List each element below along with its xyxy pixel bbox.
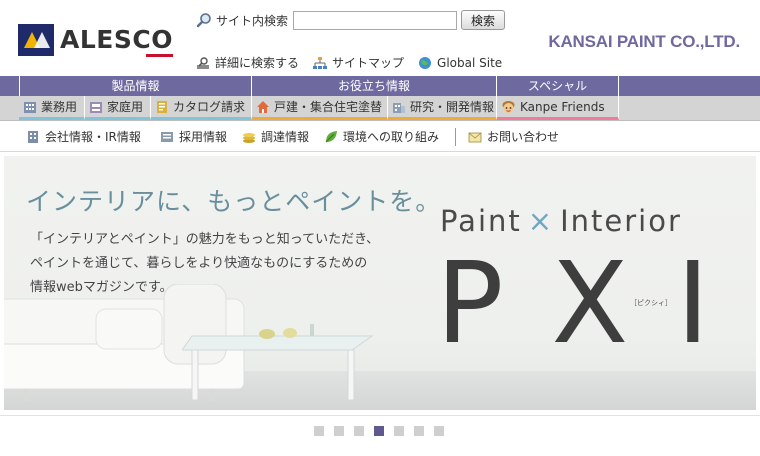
- sitemap-icon: [313, 56, 328, 69]
- hero-description-line: 情報webマガジンです。: [30, 280, 173, 295]
- sub-item-procurement-label: 調達情報: [261, 130, 310, 144]
- carousel-dot[interactable]: [314, 426, 324, 436]
- nav-item-home-use[interactable]: 家庭用: [85, 96, 151, 120]
- sub-nav: 会社情報・IR情報 採用情報 調達情報 環境への取り組み お問い合わせ: [0, 122, 760, 152]
- alesco-logo-mark-icon: [18, 24, 54, 56]
- magnifier-icon: [196, 13, 211, 28]
- mascot-icon: [502, 100, 515, 113]
- carousel-dot[interactable]: [354, 426, 364, 436]
- utility-links: 詳細に検索する サイトマップ Global Site: [196, 54, 516, 71]
- sub-item-company-ir-label: 会社情報・IR情報: [45, 130, 141, 144]
- hero-bottom-divider: [0, 415, 760, 416]
- pxi-logo-text: PXI: [436, 239, 756, 369]
- pxi-title-paint: Paint: [440, 204, 522, 238]
- sub-item-company-ir[interactable]: 会社情報・IR情報: [26, 128, 141, 145]
- alesco-logo[interactable]: ALESCO: [18, 24, 173, 57]
- building-icon: [24, 101, 36, 113]
- nav-item-research[interactable]: 研究・開発情報: [388, 96, 497, 120]
- category-special: スペシャル: [497, 76, 619, 96]
- advanced-search-link[interactable]: 詳細に検索する: [196, 54, 299, 71]
- sub-item-procurement[interactable]: 調達情報: [242, 128, 309, 145]
- hero-description-line: 「インテリアとペイント」の魅力をもっと知っていただき、: [30, 232, 380, 247]
- pxi-ruby: ［ピクシィ］: [630, 299, 672, 307]
- pxi-title-interior: Interior: [560, 204, 682, 238]
- sub-item-recruit-label: 採用情報: [179, 130, 228, 144]
- carousel-dot-active[interactable]: [374, 426, 384, 436]
- leaf-icon: [325, 130, 337, 142]
- carousel-dot[interactable]: [394, 426, 404, 436]
- nav-item-home-use-label: 家庭用: [107, 99, 144, 114]
- carousel-dot[interactable]: [334, 426, 344, 436]
- hero-heading: インテリアに、もっとペイントを。: [26, 187, 442, 216]
- sub-item-environment-label: 環境への取り組み: [343, 130, 440, 144]
- recruit-icon: [161, 131, 173, 142]
- sitemap-label: サイトマップ: [332, 56, 405, 70]
- sub-item-contact-label: お問い合わせ: [487, 130, 560, 144]
- sub-item-environment[interactable]: 環境への取り組み: [324, 128, 439, 145]
- nav-category-bar: 製品情報 お役立ち情報 スペシャル: [0, 76, 760, 96]
- house-icon: [257, 100, 269, 113]
- category-products: 製品情報: [19, 76, 252, 96]
- nav-item-business[interactable]: 業務用: [19, 96, 85, 120]
- sub-nav-divider: [455, 128, 456, 146]
- advanced-search-icon: [197, 56, 209, 69]
- nav-item-house-repaint[interactable]: 戸建・集合住宅塗替: [252, 96, 388, 120]
- kansai-paint-brand[interactable]: KANSAI PAINT CO.,LTD.: [548, 32, 740, 52]
- sub-item-recruit[interactable]: 採用情報: [160, 128, 227, 145]
- nav-item-kanpe-friends[interactable]: Kanpe Friends: [497, 96, 619, 120]
- global-site-label: Global Site: [437, 55, 503, 70]
- site-search: サイト内検索 検索: [196, 10, 506, 30]
- nav-item-house-repaint-label: 戸建・集合住宅塗替: [274, 99, 383, 114]
- table-illustration: [182, 324, 374, 401]
- hero-banner[interactable]: インテリアに、もっとペイントを。 「インテリアとペイント」の魅力をもっと知ってい…: [4, 156, 756, 410]
- globe-icon: [419, 56, 432, 69]
- nav-item-kanpe-friends-label: Kanpe Friends: [520, 99, 605, 114]
- pxi-title-times: ×: [527, 204, 555, 238]
- global-site-link[interactable]: Global Site: [418, 56, 502, 70]
- nav-item-catalog-label: カタログ請求: [173, 99, 246, 114]
- search-label: サイト内検索: [216, 13, 289, 28]
- coins-icon: [243, 132, 255, 143]
- research-icon: [393, 102, 405, 113]
- search-input[interactable]: [293, 10, 458, 30]
- main-nav: 業務用 家庭用 カタログ請求 戸建・集合住宅塗替 研究・開発情報 Kanpe F…: [0, 96, 760, 121]
- mail-icon: [468, 132, 482, 142]
- advanced-search-label: 詳細に検索する: [215, 56, 300, 70]
- hero-description-line: ペイントを通じて、暮らしをより快適なものにするための: [30, 256, 368, 271]
- carousel-indicators: [314, 426, 454, 436]
- sitemap-link[interactable]: サイトマップ: [313, 54, 404, 71]
- carousel-dot[interactable]: [414, 426, 424, 436]
- sub-item-contact[interactable]: お問い合わせ: [468, 128, 559, 145]
- home-icon: [90, 101, 102, 113]
- pxi-title: Paint × Interior: [440, 204, 682, 238]
- logo-text: ALESCO: [60, 25, 173, 57]
- catalog-icon: [157, 100, 167, 113]
- hero-description: 「インテリアとペイント」の魅力をもっと知っていただき、 ペイントを通じて、暮らし…: [30, 228, 430, 300]
- office-icon: [28, 130, 38, 143]
- site-header: ALESCO サイト内検索 検索 詳細に検索する サイトマップ Global S…: [0, 0, 760, 76]
- search-button[interactable]: 検索: [461, 10, 506, 30]
- nav-item-research-label: 研究・開発情報: [410, 99, 495, 114]
- category-useful-info: お役立ち情報: [252, 76, 497, 96]
- nav-item-business-label: 業務用: [41, 99, 78, 114]
- carousel-dot[interactable]: [434, 426, 444, 436]
- nav-item-catalog[interactable]: カタログ請求: [151, 96, 252, 120]
